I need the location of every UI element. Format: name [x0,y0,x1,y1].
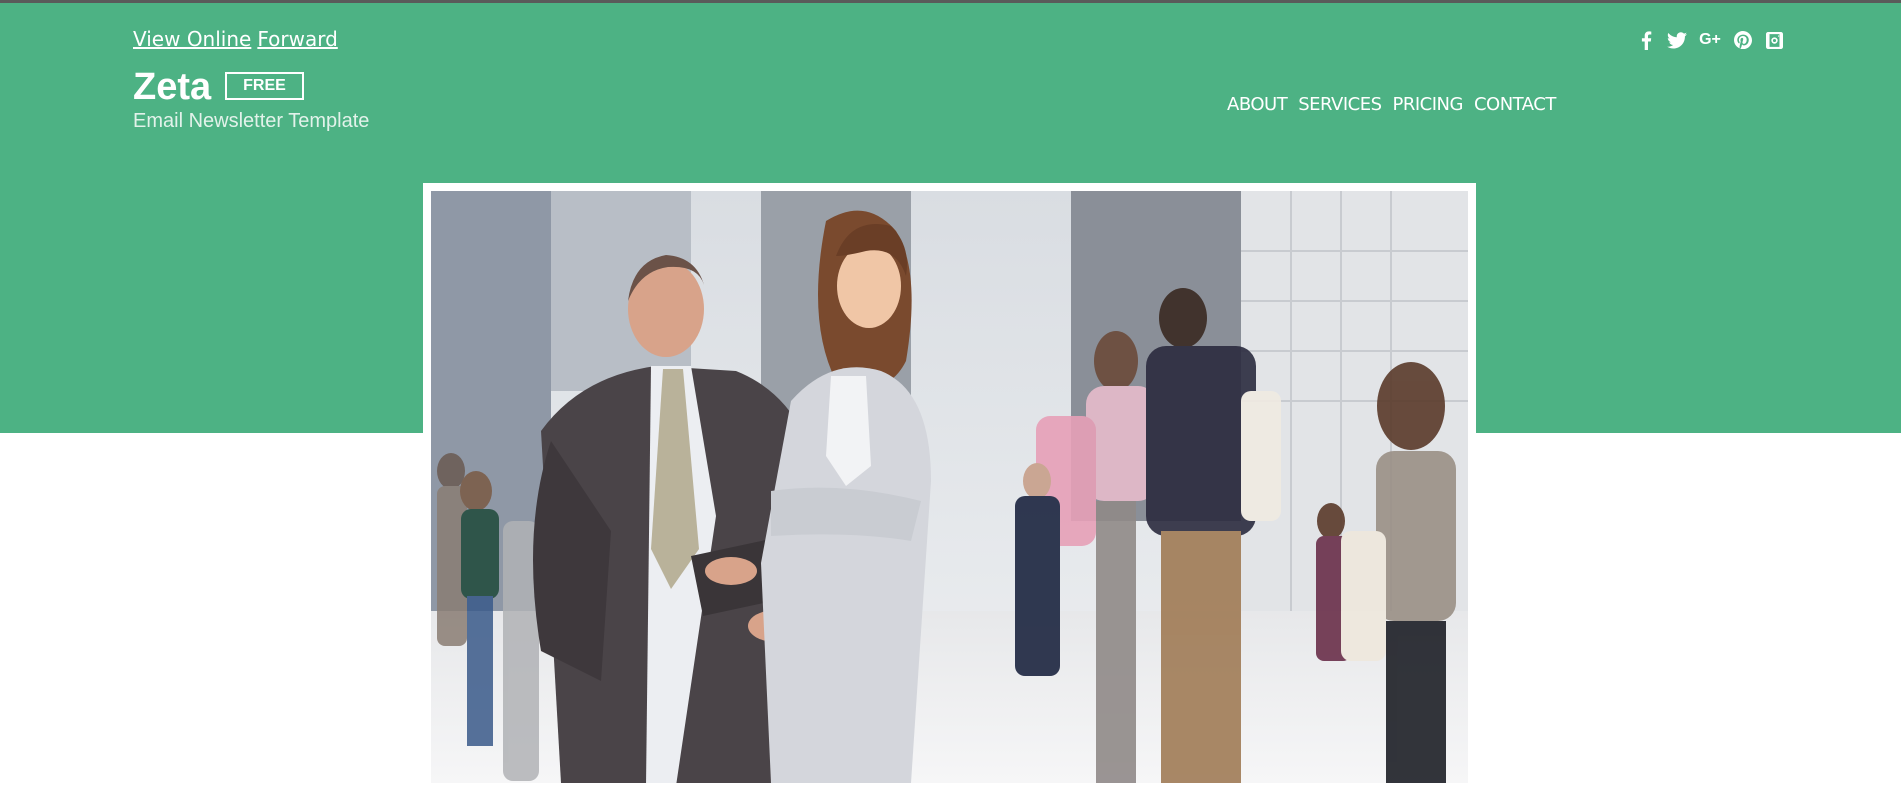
nav-item-contact[interactable]: CONTACT [1474,94,1556,115]
forward-link[interactable]: Forward [257,27,337,51]
facebook-icon[interactable] [1636,30,1656,50]
free-badge: FREE [225,71,304,100]
nav-item-pricing[interactable]: PRICING [1393,94,1464,115]
hero-image-frame [423,183,1476,792]
brand-subtitle: Email Newsletter Template [133,110,370,132]
google-plus-label: G+ [1699,31,1721,48]
brand-logo-text[interactable]: Zeta [133,66,211,109]
business-people-photo [431,191,1468,783]
google-plus-icon[interactable]: G+ [1698,30,1722,50]
nav-item-services[interactable]: SERVICES [1298,94,1382,115]
pinterest-icon[interactable] [1733,30,1753,50]
nav-item-about[interactable]: ABOUT [1227,94,1288,115]
view-online-link[interactable]: View Online [133,27,251,51]
hero-image [431,191,1468,783]
social-icons: G+ [1636,30,1784,50]
main-nav: ABOUT SERVICES PRICING CONTACT [1227,94,1556,115]
instagram-icon[interactable] [1764,30,1784,50]
newsletter-page: View Online Forward G+ Zeta FREE Email New… [0,0,1901,792]
top-links: View Online Forward [133,27,344,51]
brand: Zeta FREE [133,66,304,109]
twitter-icon[interactable] [1667,30,1687,50]
